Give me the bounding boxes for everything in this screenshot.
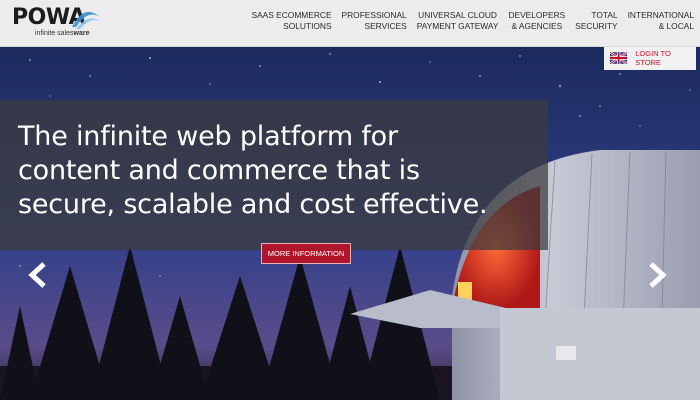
chevron-left-icon[interactable] xyxy=(27,262,49,288)
more-information-button[interactable]: MORE INFORMATION xyxy=(261,243,351,264)
nav-item-international[interactable]: INTERNATIONAL & LOCAL xyxy=(628,10,694,32)
login-to-store-button[interactable]: LOGIN TO STORE xyxy=(604,46,696,70)
login-label: LOGIN TO STORE xyxy=(635,49,671,67)
uk-flag-icon xyxy=(610,52,628,64)
hero-headline: The infinite web platform for content an… xyxy=(18,120,538,222)
site-header: POWA infinite salesware SAAS ECOMMERCE S… xyxy=(0,0,700,47)
logo-tagline: infinite salesware xyxy=(35,30,90,37)
headline-line: content and commerce that is xyxy=(18,155,420,186)
nav-item-total-security[interactable]: TOTAL SECURITY xyxy=(575,10,617,32)
logo[interactable]: POWA infinite salesware xyxy=(12,5,100,41)
nav-item-professional-services[interactable]: PROFESSIONAL SERVICES xyxy=(342,10,407,32)
headline-line: secure, scalable and cost effective. xyxy=(18,189,488,220)
main-nav: SAAS ECOMMERCE SOLUTIONS PROFESSIONAL SE… xyxy=(252,10,695,32)
chevron-right-icon[interactable] xyxy=(646,262,668,288)
nav-item-developers[interactable]: DEVELOPERS & AGENCIES xyxy=(508,10,565,32)
page: POWA infinite salesware SAAS ECOMMERCE S… xyxy=(0,0,700,400)
nav-item-saas-ecommerce[interactable]: SAAS ECOMMERCE SOLUTIONS xyxy=(252,10,332,32)
nav-item-payment-gateway[interactable]: UNIVERSAL CLOUD PAYMENT GATEWAY xyxy=(417,10,499,32)
headline-line: The infinite web platform for xyxy=(18,121,398,152)
